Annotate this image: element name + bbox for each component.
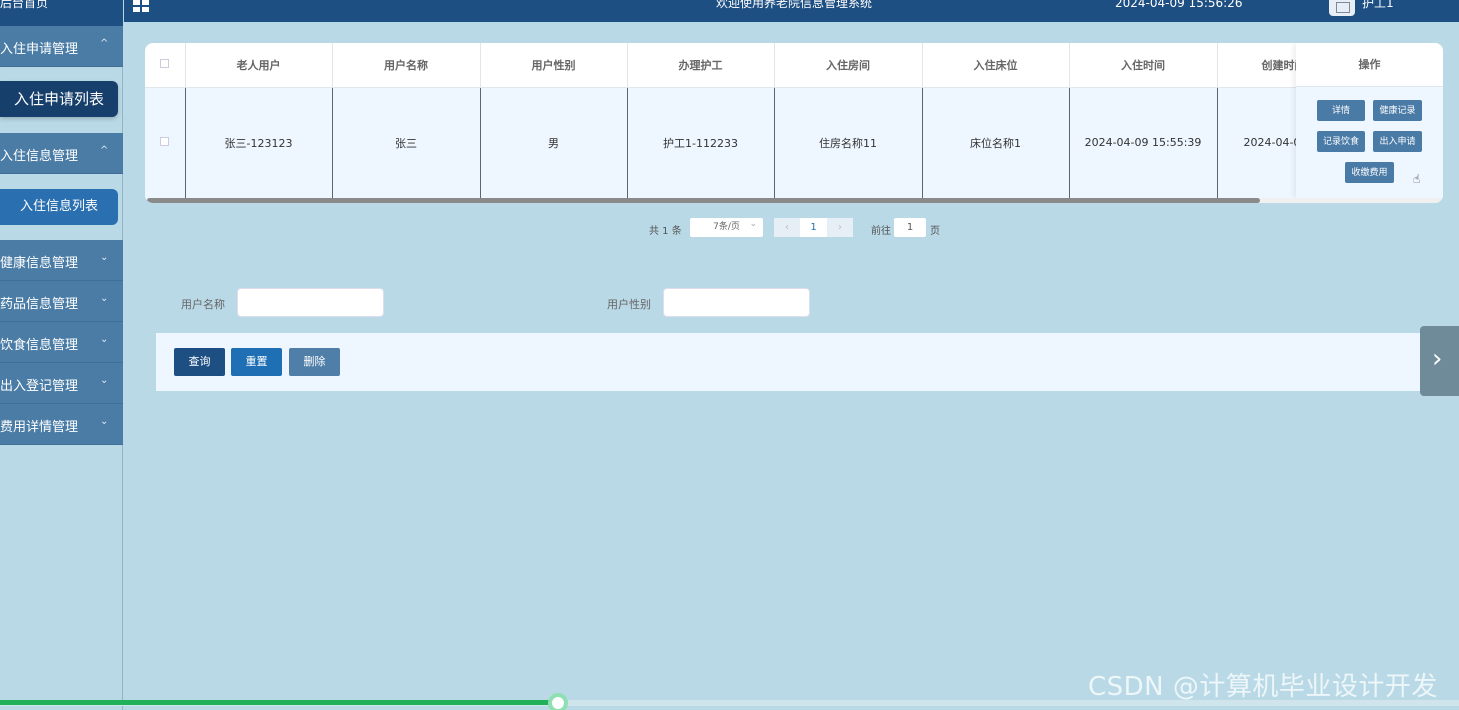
chevron-down-icon: ⌄ — [100, 252, 109, 263]
actions-panel — [156, 333, 1459, 391]
sidebar-group-checkin-info[interactable]: 入住信息管理 ^ — [0, 133, 123, 174]
sidebar-item-checkin-info-list[interactable]: 入住信息列表 — [0, 189, 118, 225]
menu-grid-icon[interactable] — [133, 0, 149, 12]
user-gender-label: 用户性别 — [607, 298, 651, 311]
table-header-row: 老人用户 用户名称 用户性别 办理护工 入住房间 入住床位 入住时间 创建时间 — [145, 43, 1358, 88]
chevron-up-icon: ^ — [100, 38, 109, 49]
chevron-down-icon: ⌄ — [100, 416, 109, 427]
top-header: 欢迎使用养老院信息管理系统 2024-04-09 15:56:26 护工1 — [124, 0, 1459, 22]
chevron-down-icon: ⌄ — [100, 334, 109, 345]
sidebar-group-label: 入住信息管理 — [0, 149, 79, 164]
user-gender-input[interactable] — [663, 288, 810, 317]
table-cell: 床位名称1 — [922, 87, 1070, 198]
sidebar-group-diet-info[interactable]: 饮食信息管理 ⌄ — [0, 322, 123, 363]
data-table-card: 老人用户 用户名称 用户性别 办理护工 入住房间 入住床位 入住时间 创建时间 … — [145, 43, 1443, 203]
sidebar: 后台首页 入住申请管理 ^ 入住申请列表 入住信息管理 ^ 入住信息列表 健康信… — [0, 0, 123, 710]
sidebar-item-checkin-application-list[interactable]: 入住申请列表 — [0, 81, 118, 117]
sidebar-home-label: 后台首页 — [0, 0, 49, 10]
table-cell: 张三 — [332, 87, 481, 198]
select-all-checkbox[interactable] — [160, 59, 170, 69]
table-cell: 2024-04-09 15:55:39 — [1069, 87, 1218, 198]
welcome-text: 欢迎使用养老院信息管理系统 — [716, 0, 873, 10]
sidebar-group-checkin-application[interactable]: 入住申请管理 ^ — [0, 26, 123, 67]
horizontal-scrollbar-thumb[interactable] — [147, 198, 1260, 203]
row-select-cell[interactable] — [145, 87, 186, 198]
data-table: 老人用户 用户名称 用户性别 办理护工 入住房间 入住床位 入住时间 创建时间 … — [145, 43, 1358, 198]
delete-button[interactable]: 删除 — [289, 348, 340, 376]
sidebar-group-label: 入住申请管理 — [0, 42, 79, 57]
sidebar-group-fee-details[interactable]: 费用详情管理 ⌄ — [0, 404, 123, 445]
sidebar-group-label: 药品信息管理 — [0, 297, 79, 312]
chevron-right-icon: › — [1432, 344, 1443, 374]
hand-cursor-icon: ☝ — [1413, 172, 1421, 186]
health-record-button[interactable]: 健康记录 — [1373, 100, 1422, 121]
table-cell: 护工1-112233 — [627, 87, 775, 198]
user-name-label: 用户名称 — [181, 298, 225, 311]
sidebar-group-access-log[interactable]: 出入登记管理 ⌄ — [0, 363, 123, 404]
current-datetime: 2024-04-09 15:56:26 — [1115, 0, 1243, 10]
column-header: 操作 — [1296, 43, 1443, 87]
table-cell: 住房名称11 — [774, 87, 923, 198]
pagination-page-1[interactable]: 1 — [800, 218, 827, 237]
column-header[interactable]: 老人用户 — [185, 43, 333, 88]
side-panel-toggle[interactable]: › — [1420, 326, 1459, 396]
video-progress-fill — [0, 700, 554, 705]
collect-fee-button[interactable]: 收缴费用 — [1345, 162, 1394, 183]
chevron-down-icon: ⌄ — [100, 293, 109, 304]
record-diet-button[interactable]: 记录饮食 — [1317, 131, 1365, 152]
sidebar-group-label: 健康信息管理 — [0, 256, 79, 271]
table-cell: 男 — [480, 87, 628, 198]
reset-button[interactable]: 重置 — [231, 348, 282, 376]
sidebar-group-label: 费用详情管理 — [0, 420, 79, 435]
operations-column: 操作 详情 健康记录 记录饮食 出入申请 收缴费用 — [1296, 43, 1443, 198]
column-header[interactable]: 入住床位 — [922, 43, 1070, 88]
query-button[interactable]: 查询 — [174, 348, 225, 376]
table-cell: 张三-123123 — [185, 87, 333, 198]
table-row: 张三-123123 张三 男 护工1-112233 住房名称11 床位名称1 2… — [145, 87, 1358, 198]
chevron-up-icon: ^ — [100, 145, 109, 156]
pagination-total: 共 1 条 — [649, 226, 682, 237]
details-button[interactable]: 详情 — [1317, 100, 1365, 121]
page-size-select[interactable]: 7条/页 — [690, 215, 763, 237]
chevron-down-icon: ⌄ — [100, 375, 109, 386]
sidebar-group-health-info[interactable]: 健康信息管理 ⌄ — [0, 240, 123, 281]
operations-cell: 详情 健康记录 记录饮食 出入申请 收缴费用 — [1296, 87, 1443, 198]
column-header[interactable]: 入住时间 — [1069, 43, 1218, 88]
row-checkbox[interactable] — [160, 137, 170, 147]
user-name-input[interactable] — [237, 288, 384, 317]
sidebar-group-label: 饮食信息管理 — [0, 338, 79, 353]
pagination-page-suffix: 页 — [930, 226, 940, 237]
access-request-button[interactable]: 出入申请 — [1373, 131, 1422, 152]
avatar[interactable] — [1329, 0, 1355, 16]
column-header[interactable]: 用户名称 — [332, 43, 481, 88]
video-progress-knob[interactable] — [548, 693, 568, 710]
sidebar-group-label: 出入登记管理 — [0, 379, 79, 394]
sidebar-home-item[interactable]: 后台首页 — [0, 0, 123, 26]
pagination-next-button[interactable]: › — [827, 218, 853, 237]
column-header[interactable]: 用户性别 — [480, 43, 628, 88]
username[interactable]: 护工1 — [1362, 0, 1394, 10]
sidebar-group-medicine-info[interactable]: 药品信息管理 ⌄ — [0, 281, 123, 322]
pagination-goto-input[interactable]: 1 — [894, 218, 926, 237]
select-all-header[interactable] — [145, 43, 186, 88]
column-header[interactable]: 办理护工 — [627, 43, 775, 88]
pagination-prev-button[interactable]: ‹ — [774, 218, 800, 237]
column-header[interactable]: 入住房间 — [774, 43, 923, 88]
pagination-goto-label: 前往 — [871, 226, 891, 237]
watermark-text: CSDN @计算机毕业设计开发 — [1088, 672, 1438, 702]
